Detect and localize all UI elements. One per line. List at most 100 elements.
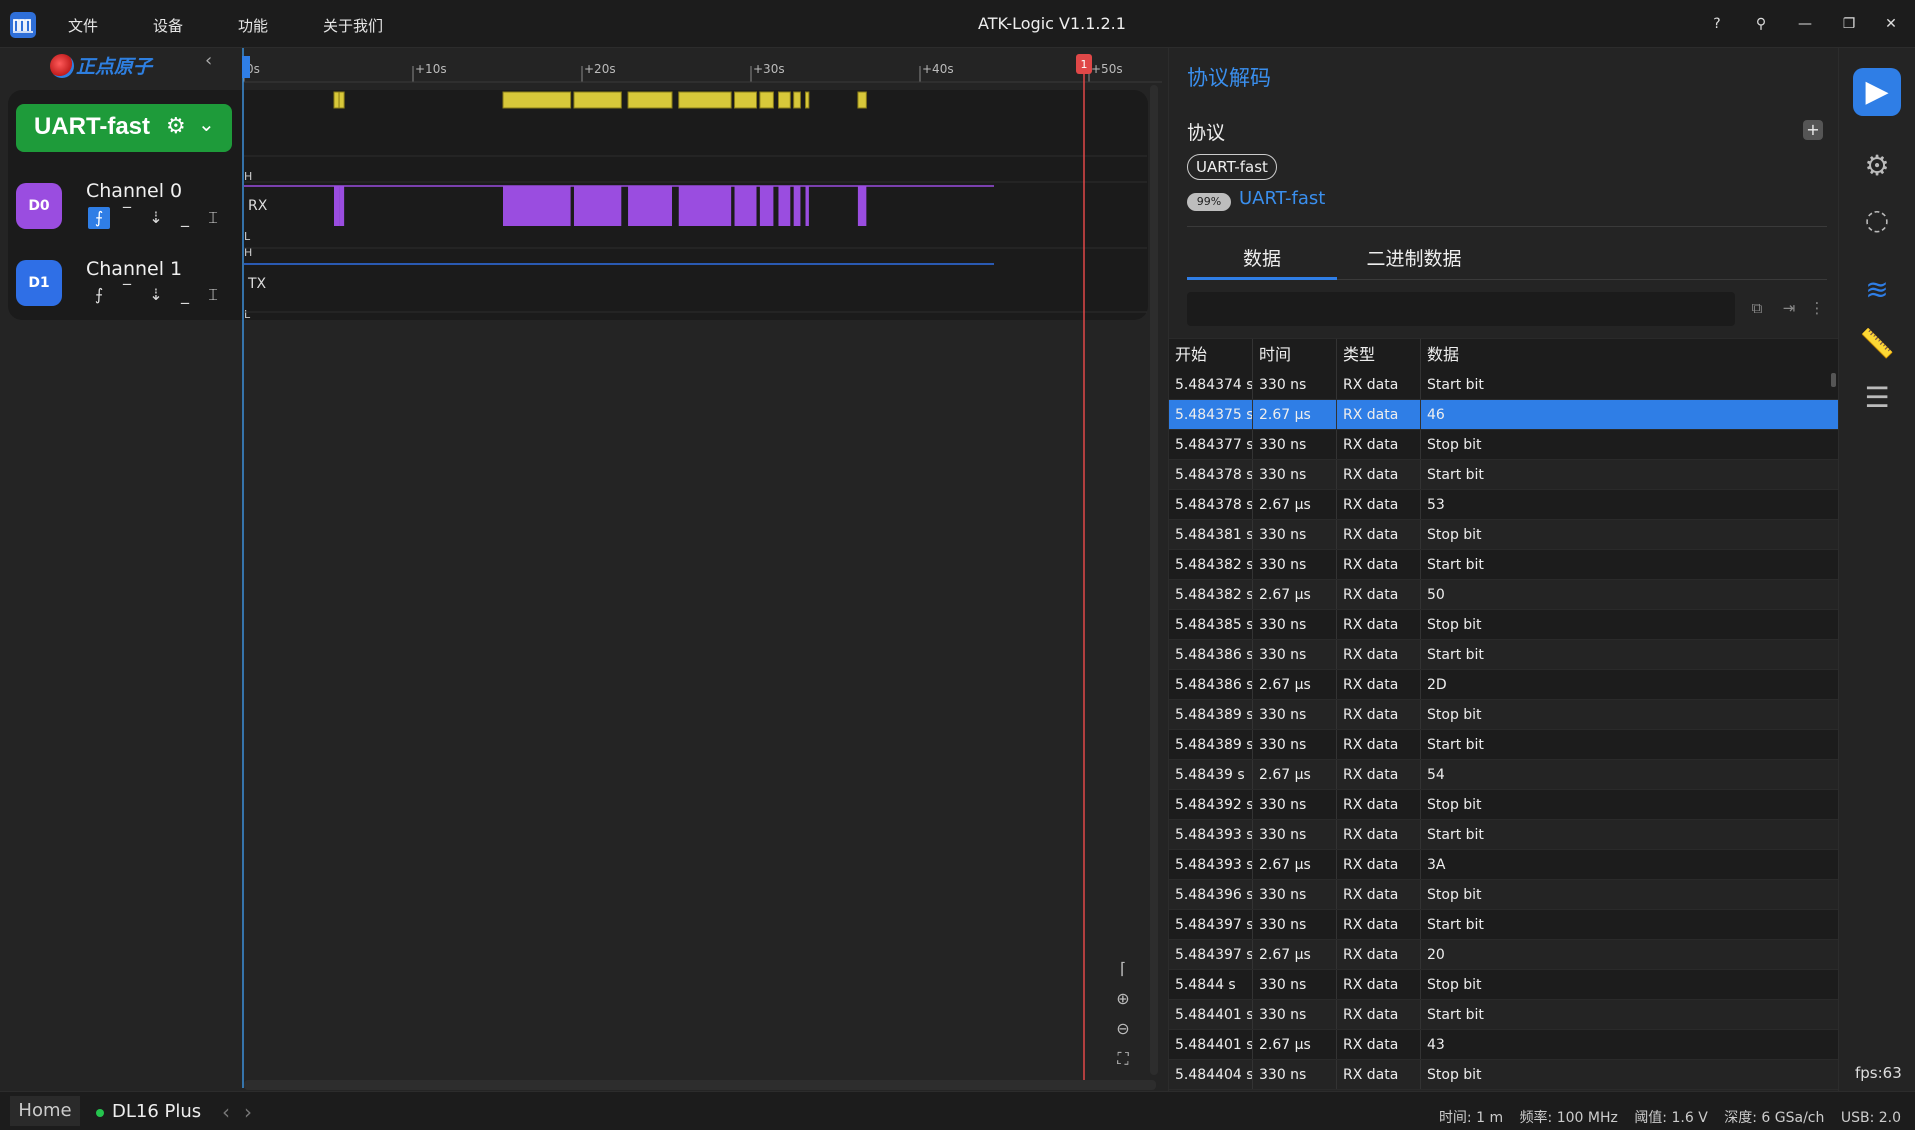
rising-edge-trigger-icon[interactable]: ⨍ (88, 284, 110, 306)
table-scrollbar[interactable] (1831, 373, 1836, 387)
minimize-button[interactable]: — (1790, 12, 1820, 36)
chevron-down-icon[interactable]: ⌄ (198, 112, 215, 136)
falling-edge-trigger-icon[interactable]: ⇣ (145, 207, 167, 229)
cell-start: 5.4844 s (1169, 970, 1253, 999)
close-button[interactable]: ✕ (1876, 12, 1906, 36)
table-row[interactable]: 5.484393 s 2.67 µs RX data 3A (1169, 850, 1839, 880)
jump-to-start-icon[interactable]: ⌈ (1110, 956, 1136, 982)
table-row[interactable]: 5.484397 s 2.67 µs RX data 20 (1169, 940, 1839, 970)
cell-type: RX data (1337, 670, 1421, 699)
table-row[interactable]: 5.484382 s 330 ns RX data Start bit (1169, 550, 1839, 580)
decode-table: 开始 时间 类型 数据 5.484374 s 330 ns RX data Start… (1169, 338, 1839, 1090)
waveform-area[interactable]: 0s +10s +20s +30s +40s +50s H RX L H TX L 1 (242, 48, 1162, 1091)
table-row[interactable]: 5.484386 s 2.67 µs RX data 2D (1169, 670, 1839, 700)
tab-home[interactable]: Home (10, 1096, 80, 1126)
more-options-icon[interactable]: ⋮ (1805, 296, 1829, 320)
add-protocol-icon[interactable]: + (1803, 120, 1823, 140)
table-row[interactable]: 5.484382 s 2.67 µs RX data 50 (1169, 580, 1839, 610)
protocol-decode-icon[interactable]: ≋ (1853, 266, 1901, 314)
any-edge-trigger-icon[interactable]: ⌶ (202, 284, 224, 306)
fps-counter: fps:63 (1855, 1064, 1902, 1082)
trigger-icon[interactable]: ◌ (1853, 196, 1901, 244)
protocol-name-link[interactable]: UART-fast (1239, 188, 1325, 209)
table-row[interactable]: 5.484386 s 330 ns RX data Start bit (1169, 640, 1839, 670)
protocol-tag[interactable]: UART-fast (1187, 154, 1277, 180)
collapse-panel-icon[interactable]: ‹ (205, 50, 212, 71)
channel-badge-d0[interactable]: D0 (16, 183, 62, 229)
search-list-icon[interactable]: ☰ (1853, 374, 1901, 422)
vertical-scrollbar[interactable] (1150, 85, 1158, 1075)
horizontal-scrollbar[interactable] (244, 1080, 1156, 1090)
export-icon[interactable]: ⇥ (1777, 296, 1801, 320)
column-header-data[interactable]: 数据 (1421, 339, 1839, 370)
channel-name-1[interactable]: Channel 1 (86, 258, 182, 280)
channel-badge-d1[interactable]: D1 (16, 260, 62, 306)
cell-type: RX data (1337, 910, 1421, 939)
table-row[interactable]: 5.484396 s 330 ns RX data Stop bit (1169, 880, 1839, 910)
ruler-tick-label: +40s (922, 62, 954, 76)
decoder-pill[interactable]: UART-fast ⚙ ⌄ (16, 104, 232, 152)
ruler-tick-label: +50s (1091, 62, 1123, 76)
column-header-time[interactable]: 时间 (1253, 339, 1337, 370)
low-level-trigger-icon[interactable]: _ (174, 284, 196, 306)
cell-data: Start bit (1427, 737, 1484, 753)
zoom-out-icon[interactable]: ⊖ (1110, 1016, 1136, 1042)
zoom-in-icon[interactable]: ⊕ (1110, 986, 1136, 1012)
high-level-trigger-icon[interactable]: ‾ (116, 280, 138, 302)
cell-time: 330 ns (1253, 430, 1337, 459)
low-level-trigger-icon[interactable]: _ (174, 207, 196, 229)
chevron-right-icon[interactable]: › (244, 1100, 252, 1124)
table-row[interactable]: 5.484374 s 330 ns RX data Start bit (1169, 370, 1839, 400)
table-row[interactable]: 5.484397 s 330 ns RX data Start bit (1169, 910, 1839, 940)
search-input[interactable] (1187, 292, 1735, 326)
table-row[interactable]: 5.484404 s 330 ns RX data Stop bit (1169, 1060, 1839, 1090)
rising-edge-trigger-icon[interactable]: ⨍ (88, 207, 110, 229)
table-row[interactable]: 5.484378 s 330 ns RX data Start bit (1169, 460, 1839, 490)
any-edge-trigger-icon[interactable]: ⌶ (202, 207, 224, 229)
table-row[interactable]: 5.4844 s 330 ns RX data Stop bit (1169, 970, 1839, 1000)
rx-data-burst (778, 186, 791, 226)
table-row[interactable]: 5.484375 s 2.67 µs RX data 46 (1169, 400, 1839, 430)
chevron-left-icon[interactable]: ‹ (222, 1100, 230, 1124)
table-row[interactable]: 5.48439 s 2.67 µs RX data 54 (1169, 760, 1839, 790)
table-row[interactable]: 5.484385 s 330 ns RX data Stop bit (1169, 610, 1839, 640)
table-row[interactable]: 5.484393 s 330 ns RX data Start bit (1169, 820, 1839, 850)
table-row[interactable]: 5.484401 s 330 ns RX data Start bit (1169, 1000, 1839, 1030)
table-row[interactable]: 5.484381 s 330 ns RX data Stop bit (1169, 520, 1839, 550)
tab-data[interactable]: 数据 (1187, 244, 1337, 278)
table-row[interactable]: 5.484378 s 2.67 µs RX data 53 (1169, 490, 1839, 520)
channel-name-0[interactable]: Channel 0 (86, 180, 182, 202)
measure-ruler-icon[interactable]: 📏 (1853, 320, 1901, 368)
run-capture-button[interactable]: ▶ (1853, 68, 1901, 116)
copy-icon[interactable]: ⧉ (1745, 296, 1769, 320)
cell-start: 5.484392 s (1169, 790, 1253, 819)
fit-view-icon[interactable]: ⛶ (1110, 1046, 1136, 1072)
falling-edge-trigger-icon[interactable]: ⇣ (145, 284, 167, 306)
cell-data: 50 (1427, 587, 1445, 603)
cell-time: 330 ns (1253, 730, 1337, 759)
column-header-type[interactable]: 类型 (1337, 339, 1421, 370)
rx-level-high: H (244, 170, 252, 183)
settings-gear-icon[interactable]: ⚙ (1853, 142, 1901, 190)
protocol-decode-panel: 协议解码 协议 + UART-fast 99% UART-fast 数据 二进制… (1168, 48, 1839, 1091)
column-header-start[interactable]: 开始 (1169, 339, 1253, 370)
gear-icon[interactable]: ⚙ (166, 114, 186, 139)
table-row[interactable]: 5.484389 s 330 ns RX data Start bit (1169, 730, 1839, 760)
cell-time: 330 ns (1253, 790, 1337, 819)
decode-annotation-block (793, 91, 801, 109)
cell-time: 330 ns (1253, 640, 1337, 669)
tab-binary-data[interactable]: 二进制数据 (1339, 244, 1489, 278)
divider (1187, 226, 1827, 227)
restore-button[interactable]: ❐ (1834, 12, 1864, 36)
table-row[interactable]: 5.484389 s 330 ns RX data Stop bit (1169, 700, 1839, 730)
tab-device[interactable]: DL16 Plus (112, 1101, 201, 1122)
table-row[interactable]: 5.484401 s 2.67 µs RX data 43 (1169, 1030, 1839, 1060)
waveform-canvas[interactable]: 0s +10s +20s +30s +40s +50s H RX L H TX L 1 (242, 48, 1162, 1091)
pin-button[interactable]: ⚲ (1746, 12, 1776, 36)
cell-time: 2.67 µs (1253, 940, 1337, 969)
help-button[interactable]: ? (1702, 12, 1732, 36)
cell-start: 5.484397 s (1169, 910, 1253, 939)
table-row[interactable]: 5.484377 s 330 ns RX data Stop bit (1169, 430, 1839, 460)
table-row[interactable]: 5.484392 s 330 ns RX data Stop bit (1169, 790, 1839, 820)
high-level-trigger-icon[interactable]: ‾ (116, 203, 138, 225)
